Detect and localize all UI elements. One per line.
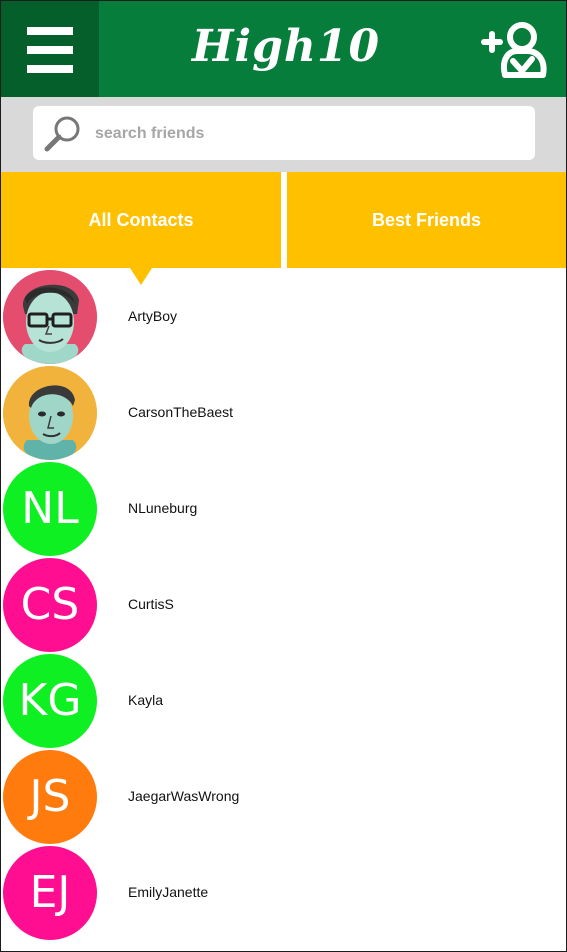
contact-item[interactable]: EJ EmilyJanette <box>1 845 566 941</box>
contact-name: NLuneburg <box>128 500 198 516</box>
app-frame: High10 All Contacts Best F <box>0 0 567 952</box>
add-user-icon <box>481 22 547 78</box>
avatar-initials: CS <box>3 558 97 652</box>
menu-button[interactable] <box>1 1 99 97</box>
contact-item[interactable]: ArtyBoy <box>1 269 566 365</box>
search-box[interactable] <box>33 106 535 160</box>
contact-name: EmilyJanette <box>128 884 209 900</box>
avatar-initials: EJ <box>3 846 97 940</box>
avatar-initials: KG <box>3 654 97 748</box>
add-friend-button[interactable] <box>475 15 555 83</box>
profile-photo-illustration <box>3 270 97 364</box>
avatar-initials: JS <box>3 750 97 844</box>
contact-name: JaegarWasWrong <box>128 788 240 804</box>
contact-tabs: All Contacts Best Friends <box>1 172 566 268</box>
avatar <box>3 270 97 364</box>
contact-name: Kayla <box>128 692 164 708</box>
contact-item[interactable]: CarsonTheBaest <box>1 365 566 461</box>
contact-item[interactable]: JS JaegarWasWrong <box>1 749 566 845</box>
contact-name: CurtisS <box>128 596 174 612</box>
app-header: High10 <box>1 1 566 97</box>
contact-item[interactable]: KG Kayla <box>1 653 566 749</box>
search-input[interactable] <box>93 114 517 154</box>
tab-all-contacts[interactable]: All Contacts <box>1 172 281 268</box>
contact-name: ArtyBoy <box>128 308 178 324</box>
profile-photo-illustration <box>3 366 97 460</box>
tab-best-friends[interactable]: Best Friends <box>287 172 566 268</box>
contact-list: ArtyBoy CarsonTheBaest NL NLuneburg CS C… <box>1 269 566 941</box>
app-logo: High10 <box>191 21 381 72</box>
contact-item[interactable]: CS CurtisS <box>1 557 566 653</box>
contact-name: CarsonTheBaest <box>128 404 234 420</box>
avatar <box>3 366 97 460</box>
avatar-initials: NL <box>3 462 97 556</box>
search-bar <box>1 97 566 172</box>
search-icon <box>44 116 80 152</box>
contact-item[interactable]: NL NLuneburg <box>1 461 566 557</box>
